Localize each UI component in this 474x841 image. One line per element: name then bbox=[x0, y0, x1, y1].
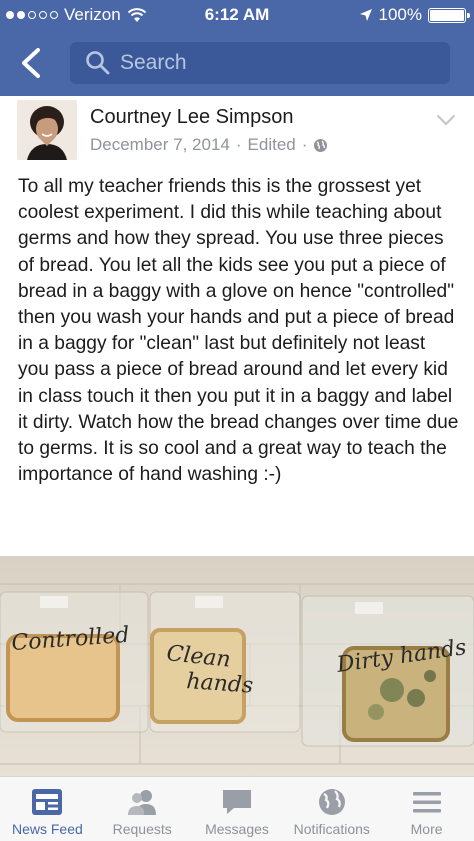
tab-more[interactable]: More bbox=[379, 777, 474, 841]
tab-news-feed[interactable]: News Feed bbox=[0, 777, 95, 841]
location-arrow-icon bbox=[359, 9, 372, 21]
requests-icon bbox=[128, 790, 157, 815]
post-author-name[interactable]: Courtney Lee Simpson bbox=[90, 106, 293, 129]
globe-privacy-icon bbox=[314, 138, 328, 152]
tab-requests[interactable]: Requests bbox=[95, 777, 190, 841]
meta-separator-2: · bbox=[301, 135, 308, 154]
post-meta: December 7, 2014 · Edited · bbox=[90, 135, 328, 155]
post-photo[interactable]: Controlled Clean hands Dirty hands bbox=[0, 556, 474, 776]
search-icon bbox=[86, 51, 110, 75]
bag-label-hands: hands bbox=[186, 669, 254, 699]
tab-label: More bbox=[410, 821, 443, 837]
tab-label: Notifications bbox=[293, 821, 370, 837]
news-feed-icon bbox=[32, 789, 63, 815]
menu-icon bbox=[412, 792, 441, 813]
post-date[interactable]: December 7, 2014 bbox=[90, 135, 230, 155]
tab-label: News Feed bbox=[11, 821, 83, 837]
edited-label[interactable]: Edited bbox=[248, 135, 296, 155]
post-text: To all my teacher friends this is the gr… bbox=[18, 176, 459, 486]
tab-messages[interactable]: Messages bbox=[190, 777, 285, 841]
back-chevron-icon[interactable] bbox=[14, 44, 50, 82]
meta-separator: · bbox=[235, 135, 242, 154]
bottom-tab-bar: News Feed Requests Messages Notification… bbox=[0, 776, 474, 841]
search-bar[interactable] bbox=[70, 42, 450, 84]
search-input[interactable] bbox=[120, 51, 420, 75]
status-right: 100% bbox=[359, 5, 470, 25]
battery-percent: 100% bbox=[378, 5, 422, 24]
status-bar: Verizon 6:12 AM 100% bbox=[0, 0, 474, 30]
feed-post: Courtney Lee Simpson December 7, 2014 · … bbox=[0, 96, 474, 556]
battery-icon bbox=[428, 7, 470, 23]
top-navigation-bar: Verizon 6:12 AM 100% bbox=[0, 0, 474, 96]
avatar[interactable] bbox=[17, 100, 77, 160]
chevron-down-icon[interactable] bbox=[436, 114, 456, 126]
globe-icon bbox=[318, 789, 345, 815]
tab-label: Requests bbox=[112, 821, 172, 837]
tab-notifications[interactable]: Notifications bbox=[284, 777, 379, 841]
messages-icon bbox=[222, 790, 251, 814]
tab-label: Messages bbox=[205, 821, 269, 837]
